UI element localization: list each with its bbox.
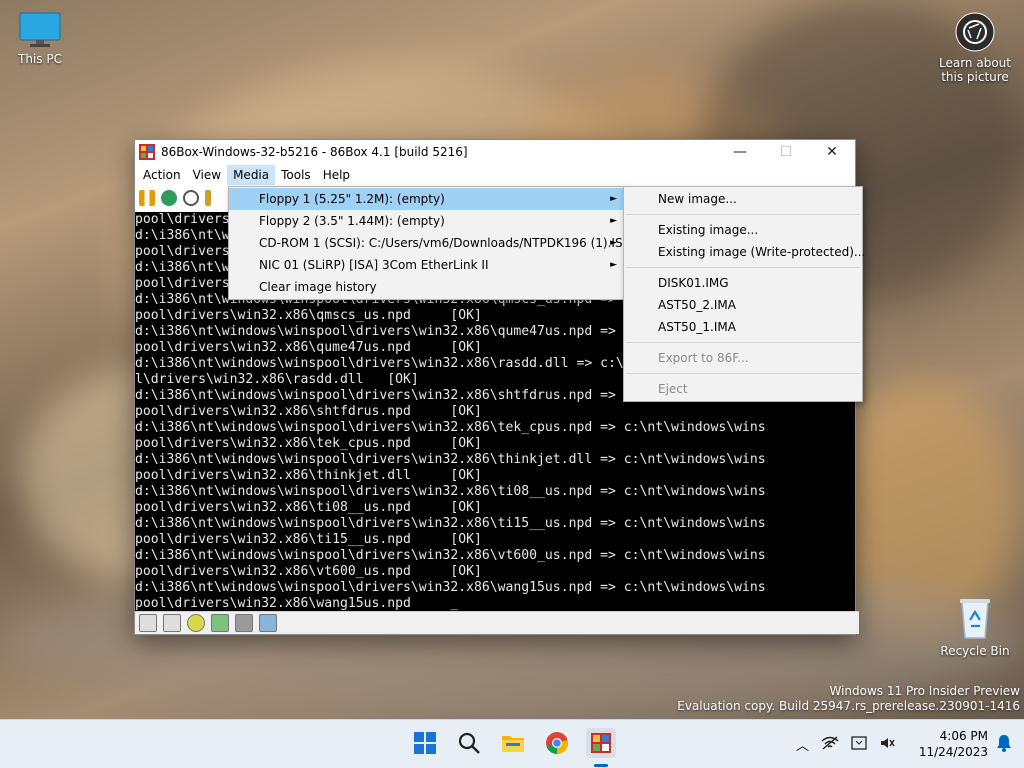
- 86box-icon[interactable]: [586, 728, 616, 758]
- this-pc-label: This PC: [18, 52, 62, 66]
- active-app-indicator: [594, 764, 608, 767]
- menu-item-clear-history[interactable]: Clear image history: [229, 276, 625, 298]
- console-line: pool\drivers\win32.x86\tek_cpus.npd [OK]: [135, 436, 482, 451]
- hdd-status-icon[interactable]: [235, 614, 253, 632]
- chrome-icon[interactable]: [544, 730, 570, 756]
- network-icon[interactable]: [821, 735, 839, 753]
- media-dropdown-menu: Floppy 1 (5.25" 1.2M): (empty) ► Floppy …: [228, 186, 632, 300]
- menu-item-floppy-2-label: Floppy 2 (3.5" 1.44M): (empty): [259, 214, 445, 228]
- taskbar-clock[interactable]: 4:06 PM 11/24/2023: [919, 728, 988, 760]
- console-line: d:\i386\nt\windows\winspool\drivers\win3…: [135, 580, 766, 595]
- menu-item-nic-01[interactable]: NIC 01 (SLiRP) [ISA] 3Com EtherLink II ►: [229, 254, 625, 276]
- menu-separator: [626, 342, 860, 343]
- console-line: pool\drivers\win32.x86\ti15__us.npd [OK]: [135, 532, 482, 547]
- menu-item-clear-history-label: Clear image history: [259, 280, 377, 294]
- console-line: d:\i386\nt\windows\winspool\drivers\win3…: [135, 452, 766, 467]
- search-icon[interactable]: [456, 730, 482, 756]
- menu-bar: Action View Media Tools Help: [135, 164, 855, 186]
- submenu-recent-disk01[interactable]: DISK01.IMG: [624, 272, 862, 294]
- submenu-existing-image[interactable]: Existing image...: [624, 219, 862, 241]
- power-icon[interactable]: [183, 190, 199, 206]
- menu-item-nic-01-label: NIC 01 (SLiRP) [ISA] 3Com EtherLink II: [259, 258, 489, 272]
- file-explorer-icon[interactable]: [500, 730, 526, 756]
- menu-item-cdrom-1-label: CD-ROM 1 (SCSI): C:/Users/vm6/Downloads/…: [259, 236, 633, 250]
- camera-lens-icon: [955, 12, 995, 52]
- learn-about-label-1: Learn about: [939, 56, 1011, 70]
- watermark-line-2: Evaluation copy. Build 25947.rs_prerelea…: [677, 699, 1020, 713]
- this-pc-desktop-icon[interactable]: This PC: [2, 12, 78, 66]
- chevron-right-icon: ►: [610, 194, 617, 204]
- console-line: d:\i386\nt\windows\winspool\drivers\win3…: [135, 484, 766, 499]
- pause-icon[interactable]: [139, 190, 155, 206]
- menu-separator: [626, 373, 860, 374]
- 86box-app-icon: [139, 144, 155, 160]
- console-line: pool\drivers\win32.x86\ti08__us.npd [OK]: [135, 500, 482, 515]
- system-tray: ︿: [796, 720, 895, 768]
- close-button[interactable]: ✕: [809, 140, 855, 164]
- clock-time: 4:06 PM: [939, 729, 988, 743]
- chevron-right-icon: ►: [610, 216, 617, 226]
- console-line: pool\drivers\win32.x86\shtfdrus.npd [OK]: [135, 404, 482, 419]
- menu-separator: [626, 267, 860, 268]
- console-line: d:\i386\nt\windows\winspool\drivers\win3…: [135, 548, 766, 563]
- submenu-recent-ast50-2[interactable]: AST50_2.IMA: [624, 294, 862, 316]
- maximize-button[interactable]: ☐: [763, 140, 809, 164]
- clock-date: 11/24/2023: [918, 745, 988, 759]
- menu-separator: [626, 214, 860, 215]
- taskbar: ︿ 4:06 PM 11/24/2023: [0, 719, 1024, 768]
- floppy1-status-icon[interactable]: [139, 614, 157, 632]
- floppy2-status-icon[interactable]: [163, 614, 181, 632]
- network-status-icon[interactable]: [211, 614, 229, 632]
- console-line: d:\i386\nt\windows\winspool\drivers\win3…: [135, 516, 766, 531]
- watermark-line-1: Windows 11 Pro Insider Preview: [829, 684, 1020, 698]
- menu-item-floppy-1-label: Floppy 1 (5.25" 1.2M): (empty): [259, 192, 445, 206]
- reset-icon[interactable]: [161, 190, 177, 206]
- console-line: pool\drivers\win32.x86\vt600_us.npd [OK]: [135, 564, 482, 579]
- menu-item-floppy-2[interactable]: Floppy 2 (3.5" 1.44M): (empty) ►: [229, 210, 625, 232]
- submenu-new-image[interactable]: New image...: [624, 188, 862, 210]
- menu-tools[interactable]: Tools: [275, 165, 317, 185]
- console-line: pool\drivers\win32.x86\thinkjet.dll [OK]: [135, 468, 482, 483]
- menu-action[interactable]: Action: [137, 165, 187, 185]
- menu-help[interactable]: Help: [317, 165, 356, 185]
- window-titlebar[interactable]: 86Box-Windows-32-b5216 - 86Box 4.1 [buil…: [135, 140, 855, 164]
- learn-about-label-2: this picture: [941, 70, 1009, 84]
- menu-view[interactable]: View: [187, 165, 227, 185]
- sound-status-icon[interactable]: [259, 614, 277, 632]
- submenu-existing-image-wp[interactable]: Existing image (Write-protected)...: [624, 241, 865, 263]
- settings-icon[interactable]: [205, 190, 211, 206]
- console-line: pool\drivers\win32.x86\wang15us.npd _: [135, 596, 459, 611]
- menu-item-floppy-1[interactable]: Floppy 1 (5.25" 1.2M): (empty) ►: [229, 188, 625, 210]
- language-icon[interactable]: [851, 735, 867, 754]
- cdrom-status-icon[interactable]: [187, 614, 205, 632]
- floppy-submenu: New image... Existing image... Existing …: [623, 186, 865, 402]
- window-title: 86Box-Windows-32-b5216 - 86Box 4.1 [buil…: [161, 145, 468, 159]
- recycle-bin-icon: [957, 596, 993, 640]
- chevron-up-icon[interactable]: ︿: [796, 735, 809, 754]
- recycle-bin-desktop-icon[interactable]: Recycle Bin: [937, 596, 1013, 658]
- start-icon[interactable]: [412, 730, 438, 756]
- status-bar: [135, 611, 859, 634]
- recycle-bin-label: Recycle Bin: [940, 644, 1010, 658]
- submenu-eject[interactable]: Eject: [624, 378, 862, 400]
- menu-media[interactable]: Media: [227, 165, 276, 185]
- submenu-recent-ast50-1[interactable]: AST50_1.IMA: [624, 316, 862, 338]
- monitor-icon: [19, 12, 61, 48]
- notification-bell-icon[interactable]: [996, 734, 1012, 755]
- learn-about-picture-desktop-icon[interactable]: Learn about this picture: [937, 12, 1013, 84]
- windows-watermark: Windows 11 Pro Insider Preview Evaluatio…: [677, 684, 1020, 714]
- console-line: d:\i386\nt\windows\winspool\drivers\win3…: [135, 420, 766, 435]
- chevron-right-icon: ►: [610, 238, 617, 248]
- minimize-button[interactable]: —: [717, 140, 763, 164]
- chevron-right-icon: ►: [610, 260, 617, 270]
- volume-icon[interactable]: [879, 735, 895, 754]
- menu-item-cdrom-1[interactable]: CD-ROM 1 (SCSI): C:/Users/vm6/Downloads/…: [229, 232, 632, 254]
- submenu-export-86f[interactable]: Export to 86F...: [624, 347, 862, 369]
